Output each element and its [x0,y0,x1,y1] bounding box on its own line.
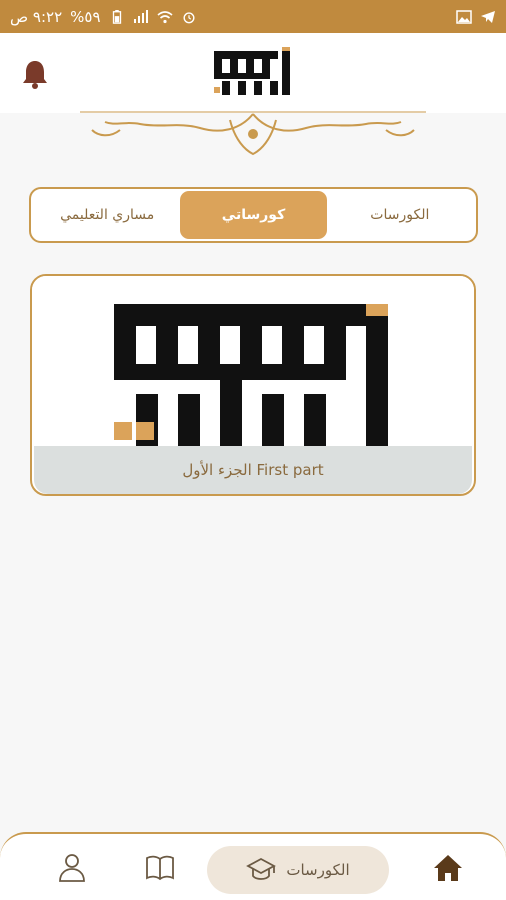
book-icon [146,855,174,881]
tab-my-courses[interactable]: كورساتي [180,191,327,239]
status-time: ٩:٢٢ ص [10,7,63,26]
nav-profile[interactable] [52,848,92,888]
nav-courses-label: الكورسات [286,861,350,879]
nav-home[interactable] [428,848,468,888]
app-header [0,33,506,113]
user-icon [59,854,85,882]
status-bar: ٩:٢٢ ص %٥٩ [0,0,506,33]
bell-icon[interactable] [22,59,48,89]
home-icon [434,855,462,881]
graduation-cap-icon [246,857,277,880]
brand-logo [214,47,290,95]
course-thumbnail [32,276,474,446]
decorative-ornament [80,111,426,156]
telegram-icon [481,10,495,23]
signal-icon [133,9,148,23]
course-card[interactable]: الجزء الأول First part [30,274,476,496]
status-right [456,9,496,24]
wifi-icon [157,10,173,23]
courses-tabs: الكورسات كورساتي مساري التعليمي [29,187,478,243]
tab-courses[interactable]: الكورسات [327,191,473,239]
nav-library[interactable] [140,848,180,888]
bottom-nav: الكورسات [0,832,506,900]
gallery-icon [456,9,472,24]
course-title: الجزء الأول First part [34,446,472,494]
battery-icon [112,9,121,24]
tab-learning-path[interactable]: مساري التعليمي [34,191,180,239]
status-left: ٩:٢٢ ص %٥٩ [10,8,197,26]
nav-courses[interactable]: الكورسات [207,846,389,894]
battery-percent: %٥٩ [70,7,101,26]
alarm-icon [183,11,195,23]
